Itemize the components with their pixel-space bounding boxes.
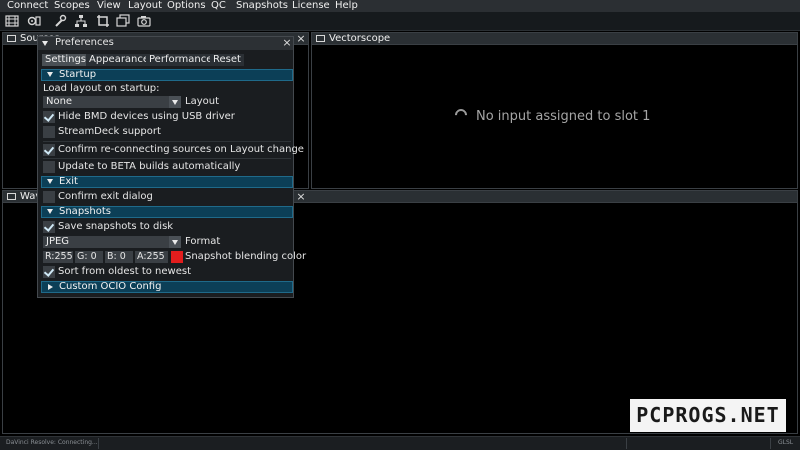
save-snapshots-label: Save snapshots to disk (58, 221, 174, 232)
camera-icon[interactable] (137, 14, 151, 28)
blend-color-label: Snapshot blending color (185, 251, 307, 262)
confirm-exit-checkbox[interactable] (43, 191, 55, 203)
beta-label: Update to BETA builds automatically (58, 161, 241, 172)
waveform-close-icon[interactable]: × (296, 191, 306, 203)
hide-bmd-label: Hide BMD devices using USB driver (58, 111, 235, 122)
watermark-logo: PCPROGS.NET (630, 399, 786, 432)
blend-color-swatch[interactable] (171, 251, 183, 263)
sources-close-icon[interactable]: × (296, 33, 306, 45)
section-startup[interactable]: Startup (41, 69, 293, 81)
preferences-window: Preferences × Settings Appearance Perfor… (37, 36, 306, 298)
menu-layout[interactable]: Layout (128, 0, 162, 12)
menu-scopes[interactable]: Scopes (54, 0, 90, 12)
divider (770, 438, 771, 449)
section-exit-label: Exit (59, 176, 78, 187)
separator (43, 158, 291, 159)
format-dropdown-value: JPEG (46, 236, 70, 247)
section-snapshots[interactable]: Snapshots (41, 206, 293, 218)
divider (626, 438, 627, 449)
wrench-icon[interactable] (53, 14, 67, 28)
collapse-icon (47, 209, 53, 214)
layout-dropdown-value: None (46, 96, 73, 107)
preferences-title: Preferences (55, 37, 114, 48)
sort-oldest-label: Sort from oldest to newest (58, 266, 192, 277)
window-icon (7, 35, 16, 42)
collapse-icon (47, 72, 53, 77)
green-channel-field[interactable]: G: 0 (75, 251, 103, 263)
film-icon[interactable] (5, 14, 19, 28)
menu-qc[interactable]: QC (211, 0, 226, 12)
format-label: Format (185, 236, 221, 247)
preferences-titlebar[interactable]: Preferences × (38, 37, 293, 50)
collapse-icon[interactable] (42, 41, 48, 46)
confirm-reconnect-checkbox[interactable] (43, 144, 55, 156)
status-connection-text: DaVinci Resolve: Connecting... (6, 439, 98, 446)
network-icon[interactable] (74, 14, 88, 28)
red-channel-field[interactable]: R:255 (43, 251, 73, 263)
beta-checkbox[interactable] (43, 161, 55, 173)
sort-oldest-checkbox[interactable] (43, 266, 55, 278)
menu-license[interactable]: License (292, 0, 330, 12)
window-icon (7, 193, 16, 200)
vectorscope-titlebar[interactable]: Vectorscope (312, 33, 797, 45)
tab-reset[interactable]: Reset (210, 54, 244, 66)
hide-bmd-checkbox[interactable] (43, 111, 55, 123)
collapse-icon (47, 179, 53, 184)
section-ocio[interactable]: Custom OCIO Config (41, 281, 293, 293)
streamdeck-checkbox[interactable] (43, 126, 55, 138)
section-ocio-label: Custom OCIO Config (59, 281, 162, 292)
dropdown-arrow-icon (169, 96, 181, 108)
menu-snapshots[interactable]: Snapshots (236, 0, 288, 12)
watermark-text: PCPROGS.NET (636, 403, 780, 427)
alpha-channel-field[interactable]: A:255 (135, 251, 168, 263)
link-settings-icon[interactable] (27, 14, 41, 28)
confirm-reconnect-label: Confirm re-connecting sources on Layout … (58, 144, 304, 155)
format-dropdown[interactable]: JPEG (43, 236, 181, 248)
dropdown-arrow-icon (169, 236, 181, 248)
load-layout-label: Load layout on startup: (43, 83, 160, 94)
confirm-exit-label: Confirm exit dialog (58, 191, 153, 202)
separator (43, 141, 291, 142)
layout-label: Layout (185, 96, 219, 107)
preferences-close-icon[interactable]: × (282, 37, 292, 49)
window-icon (316, 35, 325, 42)
section-startup-label: Startup (59, 69, 97, 80)
tab-performance[interactable]: Performance (146, 54, 216, 66)
save-snapshots-checkbox[interactable] (43, 221, 55, 233)
expand-icon (48, 284, 53, 290)
divider (98, 438, 99, 449)
status-bar: DaVinci Resolve: Connecting... GLSL (0, 436, 800, 450)
streamdeck-label: StreamDeck support (58, 126, 161, 137)
no-input-message: No input assigned to slot 1 (476, 109, 651, 124)
images-icon[interactable] (116, 14, 130, 28)
section-exit[interactable]: Exit (41, 176, 293, 188)
crop-icon[interactable] (96, 14, 110, 28)
menu-bar: Connect Scopes View Layout Options QC Sn… (0, 0, 800, 12)
blue-channel-field[interactable]: B: 0 (105, 251, 133, 263)
vectorscope-title: Vectorscope (329, 33, 391, 44)
menu-view[interactable]: View (97, 0, 121, 12)
section-snapshots-label: Snapshots (59, 206, 111, 217)
layout-dropdown[interactable]: None (43, 96, 181, 108)
menu-connect[interactable]: Connect (7, 0, 48, 12)
toolbar (0, 12, 800, 31)
status-renderer-text: GLSL (778, 439, 794, 446)
tab-appearance[interactable]: Appearance (86, 54, 153, 66)
menu-help[interactable]: Help (335, 0, 358, 12)
tab-settings[interactable]: Settings (42, 54, 90, 66)
menu-options[interactable]: Options (167, 0, 206, 12)
